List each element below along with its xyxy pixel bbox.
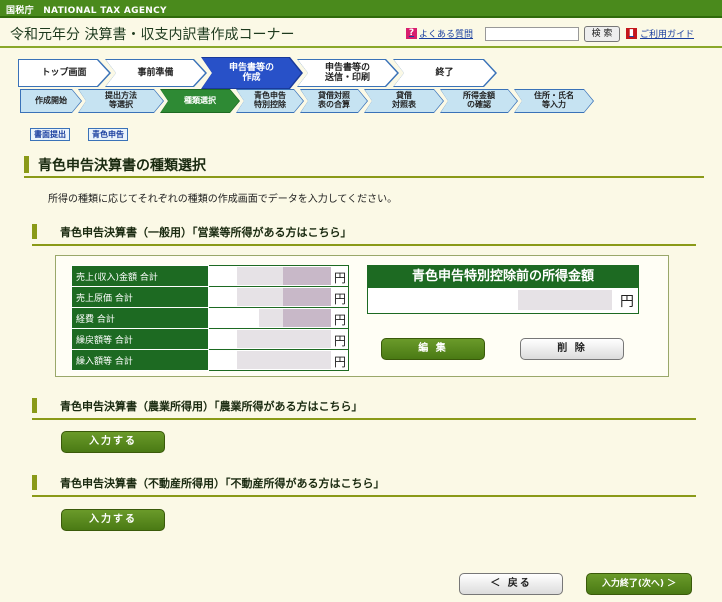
row-label: 売上原価 合計 xyxy=(71,286,209,308)
step-end-label: 終了 xyxy=(394,60,495,86)
tag-blue-return: 青色申告 xyxy=(88,128,128,141)
agency-bar: 国税庁 NATIONAL TAX AGENCY xyxy=(0,0,722,18)
step-top[interactable]: トップ画面 xyxy=(18,59,111,87)
next-button[interactable]: 入力終了(次へ) ＞ xyxy=(586,573,692,595)
substep-income-check-label: 所得金額 の確認 xyxy=(441,90,517,112)
step-send-label: 申告書等の 送信・印刷 xyxy=(298,60,397,86)
substep-start[interactable]: 作成開始 xyxy=(20,89,82,113)
search-button[interactable]: 検 索 xyxy=(584,26,620,42)
substep-method[interactable]: 提出方法 等選択 xyxy=(78,89,164,113)
search-input[interactable] xyxy=(485,27,579,41)
substep-type[interactable]: 種類選択 xyxy=(160,89,240,113)
page-description: 所得の種類に応じてそれぞれの種類の作成画面でデータを入力してください。 xyxy=(48,194,398,205)
question-icon: ? xyxy=(406,28,417,39)
income-box: 青色申告特別控除前の所得金額 円 xyxy=(367,265,639,314)
section-realestate-heading: 青色申告決算書（不動産所得用）「不動産所得がある方はこちら」 xyxy=(32,475,696,497)
substep-income-check[interactable]: 所得金額 の確認 xyxy=(440,89,518,113)
row-label: 繰戻額等 合計 xyxy=(71,328,209,350)
tag-paper-submission: 書面提出 xyxy=(30,128,70,141)
table-row: 繰入額等 合計 円 xyxy=(71,349,349,371)
substep-type-label: 種類選択 xyxy=(161,90,239,112)
unit: 円 xyxy=(333,292,346,306)
general-panel: 売上(収入)金額 合計 円 売上原価 合計 円 経費 合計 円 繰戻額等 合計 … xyxy=(55,255,669,377)
substep-bs[interactable]: 貸借 対照表 xyxy=(364,89,444,113)
page-title: 青色申告決算書の種類選択 xyxy=(24,155,206,175)
unit: 円 xyxy=(333,355,346,369)
book-icon: ▮ xyxy=(626,28,637,39)
income-label: 青色申告特別控除前の所得金額 xyxy=(368,266,638,288)
section-general-heading: 青色申告決算書（一般用）「営業等所得がある方はこちら」 xyxy=(32,224,696,246)
step-create[interactable]: 申告書等の 作成 xyxy=(201,57,303,89)
agency-logo: 国税庁 NATIONAL TAX AGENCY xyxy=(6,6,167,16)
substep-address-label: 住所・氏名 等入力 xyxy=(515,90,593,112)
unit: 円 xyxy=(333,334,346,348)
substep-deduction[interactable]: 青色申告 特別控除 xyxy=(236,89,304,113)
substep-method-label: 提出方法 等選択 xyxy=(79,90,163,112)
row-value: 円 xyxy=(208,265,349,287)
faq-label: よくある質問 xyxy=(419,30,474,40)
substep-address[interactable]: 住所・氏名 等入力 xyxy=(514,89,594,113)
row-label: 繰入額等 合計 xyxy=(71,349,209,371)
row-value: 円 xyxy=(208,349,349,371)
row-value: 円 xyxy=(208,286,349,308)
realestate-input-button[interactable]: 入力する xyxy=(61,509,165,531)
values-table: 売上(収入)金額 合計 円 売上原価 合計 円 経費 合計 円 繰戻額等 合計 … xyxy=(71,265,349,371)
step-create-label: 申告書等の 作成 xyxy=(202,58,301,88)
row-label: 売上(収入)金額 合計 xyxy=(71,265,209,287)
row-value: 円 xyxy=(208,328,349,350)
substep-start-label: 作成開始 xyxy=(21,90,81,112)
row-label: 経費 合計 xyxy=(71,307,209,329)
step-top-label: トップ画面 xyxy=(19,60,109,86)
income-value: 円 xyxy=(368,288,638,313)
faq-link[interactable]: ? よくある質問 xyxy=(406,27,473,40)
agri-input-button[interactable]: 入力する xyxy=(61,431,165,453)
delete-button[interactable]: 削 除 xyxy=(520,338,624,360)
back-button[interactable]: ＜ 戻る xyxy=(459,573,563,595)
table-row: 売上原価 合計 円 xyxy=(71,286,349,308)
row-value: 円 xyxy=(208,307,349,329)
edit-button[interactable]: 編 集 xyxy=(381,338,485,360)
guide-label: ご利用ガイド xyxy=(640,30,695,40)
step-send[interactable]: 申告書等の 送信・印刷 xyxy=(297,59,399,87)
step-end[interactable]: 終了 xyxy=(393,59,497,87)
unit: 円 xyxy=(333,271,346,285)
substep-bs-sum-label: 貸借対照 表の合算 xyxy=(301,90,367,112)
section-agri-heading: 青色申告決算書（農業所得用）「農業所得がある方はこちら」 xyxy=(32,398,696,420)
unit: 円 xyxy=(333,313,346,327)
step-prep-label: 事前準備 xyxy=(106,60,205,86)
substep-bs-sum[interactable]: 貸借対照 表の合算 xyxy=(300,89,368,113)
substep-deduction-label: 青色申告 特別控除 xyxy=(237,90,303,112)
title-divider xyxy=(24,176,704,178)
step-prep[interactable]: 事前準備 xyxy=(105,59,207,87)
table-row: 売上(収入)金額 合計 円 xyxy=(71,265,349,287)
title-bar: 令和元年分 決算書・収支内訳書作成コーナー ? よくある質問 検 索 ▮ ご利用… xyxy=(0,18,722,48)
app-title: 令和元年分 決算書・収支内訳書作成コーナー xyxy=(10,27,295,43)
income-unit: 円 xyxy=(620,294,634,310)
table-row: 経費 合計 円 xyxy=(71,307,349,329)
substep-bs-label: 貸借 対照表 xyxy=(365,90,443,112)
guide-link[interactable]: ▮ ご利用ガイド xyxy=(626,27,694,40)
table-row: 繰戻額等 合計 円 xyxy=(71,328,349,350)
